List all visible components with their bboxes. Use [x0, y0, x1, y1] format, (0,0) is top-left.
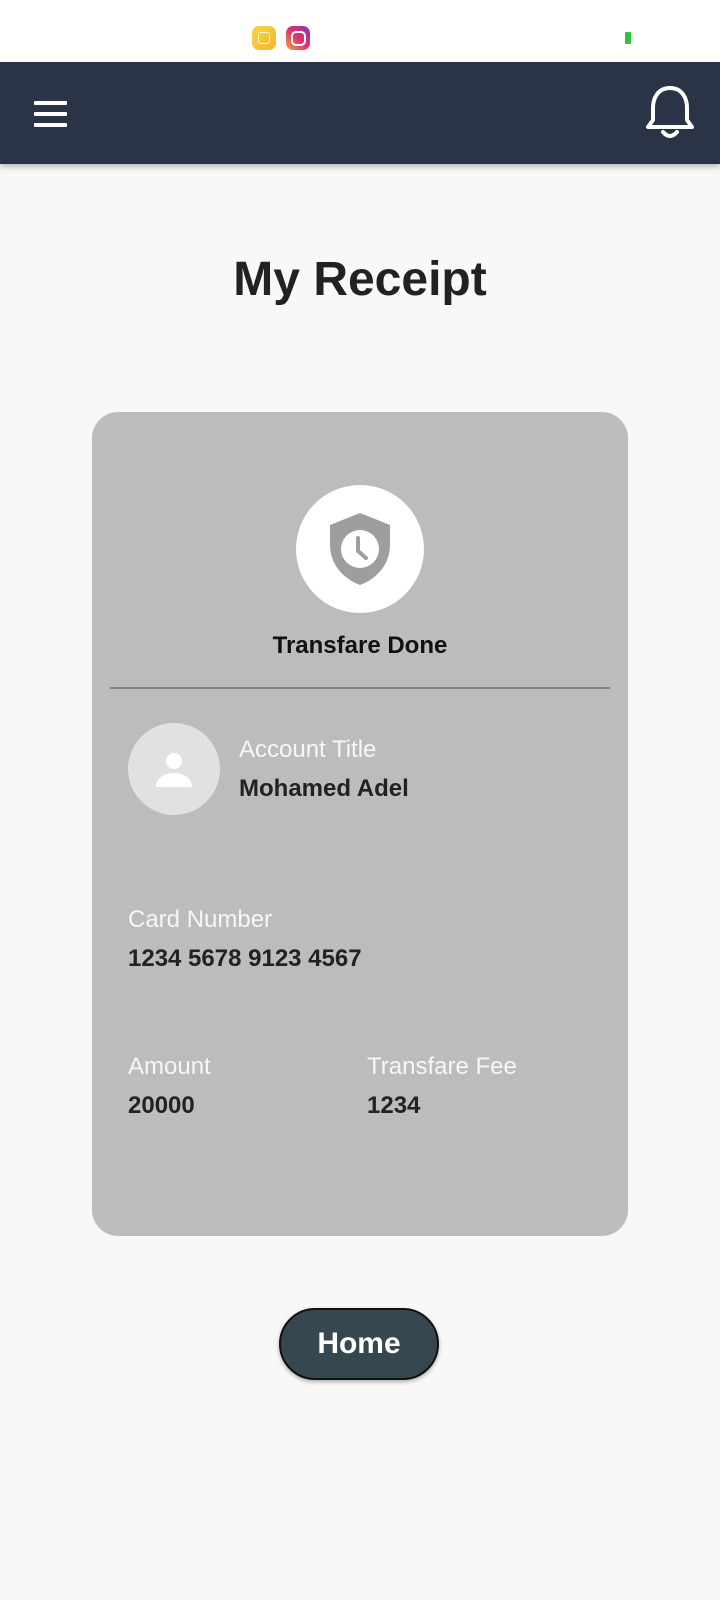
home-button[interactable]: Home	[279, 1308, 439, 1380]
transfer-status-text: Transfare Done	[272, 632, 448, 659]
person-icon	[156, 753, 192, 787]
menu-button[interactable]	[28, 92, 76, 136]
page-title: My Receipt	[233, 253, 487, 306]
amount-label: Amount	[128, 1053, 211, 1080]
app-bar	[0, 62, 720, 164]
account-title-value: Mohamed Adel	[239, 775, 409, 802]
divider	[110, 687, 610, 689]
card-number-value: 1234 5678 9123 4567	[128, 945, 362, 972]
instagram-icon	[286, 26, 310, 50]
battery-icon	[625, 32, 631, 44]
shield-clock-icon	[330, 513, 390, 585]
transfer-fee-label: Transfare Fee	[367, 1053, 517, 1080]
notification-app-icon	[252, 26, 276, 50]
avatar	[128, 723, 220, 815]
bell-icon	[646, 86, 694, 138]
status-bar	[0, 0, 720, 62]
transfer-fee-value: 1234	[367, 1092, 421, 1119]
amount-value: 20000	[128, 1092, 195, 1119]
notifications-button[interactable]	[644, 84, 704, 146]
receipt-card: Transfare Done Account Title Mohamed Ade…	[92, 412, 628, 1236]
status-icon-circle	[296, 485, 424, 613]
card-number-label: Card Number	[128, 906, 273, 933]
account-title-label: Account Title	[239, 736, 377, 763]
